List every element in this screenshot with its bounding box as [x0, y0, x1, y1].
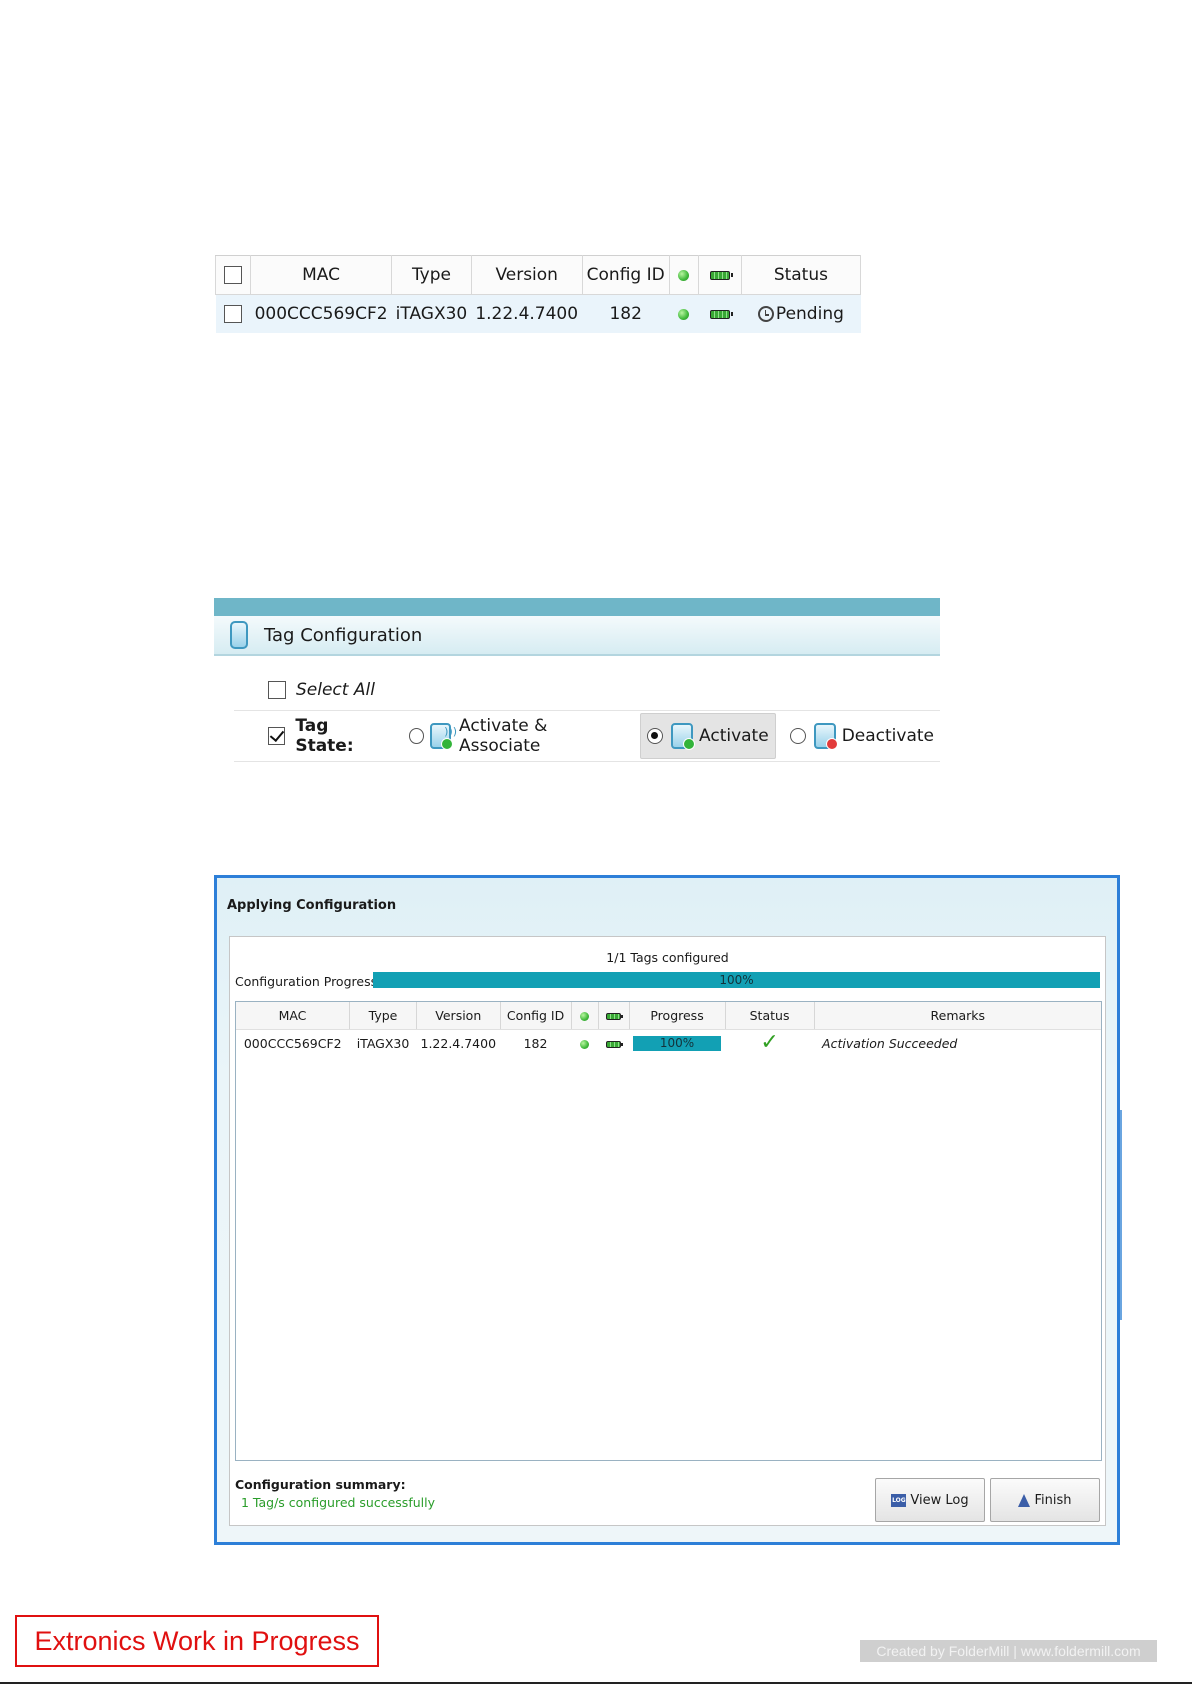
cell-status: Pending [741, 294, 861, 333]
select-all-row: Select All [234, 670, 940, 711]
progress-percent: 100% [719, 973, 754, 987]
results-header: MAC Type Version Config ID Progress Stat… [236, 1002, 1101, 1030]
cell-type: iTAGX30 [391, 294, 472, 333]
column-header-type[interactable]: Type [391, 255, 472, 295]
deactivate-icon [813, 723, 838, 750]
column-header-battery[interactable] [697, 255, 742, 295]
tag-configuration-panel: Tag Configuration Select All Tag State: … [214, 598, 940, 763]
green-dot-icon [678, 308, 690, 320]
option-deactivate[interactable]: Deactivate [784, 714, 940, 758]
finish-icon [1018, 1493, 1031, 1507]
tag-icon [230, 621, 248, 649]
table-row[interactable]: 000CCC569CF2 iTAGX30 1.22.4.7400 182 100… [236, 1030, 1101, 1057]
select-all-checkbox[interactable] [224, 266, 243, 284]
status-text: Pending [775, 304, 844, 324]
view-log-label: View Log [910, 1492, 969, 1508]
configuration-summary-label: Configuration summary: [235, 1477, 406, 1492]
tag-grid: MAC Type Version Config ID Status 000CCC… [214, 255, 862, 335]
tag-state-row: Tag State: ))) Activate & Associate Acti… [234, 711, 940, 762]
column-header-signal[interactable] [571, 1002, 599, 1030]
cell-config-id: 182 [523, 1035, 548, 1051]
column-header-config-id[interactable]: Config ID [581, 255, 670, 295]
dialog-title: Applying Configuration [227, 898, 397, 913]
green-dot-icon [580, 1039, 590, 1049]
green-dot-icon [678, 269, 690, 281]
battery-icon [606, 1040, 624, 1048]
radio-activate-associate[interactable] [408, 728, 424, 744]
page-bottom-rule [0, 1682, 1192, 1684]
cell-battery [598, 1030, 629, 1057]
row-checkbox-cell[interactable] [215, 294, 251, 333]
cell-progress: 100% [629, 1030, 725, 1057]
tag-configuration-header: Tag Configuration [214, 616, 940, 656]
column-header-mac[interactable]: MAC [236, 1002, 350, 1030]
configuration-progress-bar: 100% [373, 972, 1100, 988]
cell-mac: 000CCC569CF2 [250, 294, 392, 333]
applying-configuration-dialog: Applying Configuration 1/1 Tags configur… [214, 875, 1120, 1545]
cell-remarks: Activation Succeeded [822, 1035, 958, 1051]
cell-battery [698, 294, 742, 333]
row-progress-bar: 100% [633, 1036, 722, 1051]
battery-icon [606, 1013, 624, 1020]
tag-grid-table: MAC Type Version Config ID Status 000CCC… [214, 255, 862, 333]
cell-type: iTAGX30 [356, 1035, 410, 1051]
column-header-mac[interactable]: MAC [250, 255, 393, 295]
row-checkbox[interactable] [224, 305, 243, 323]
radio-activate[interactable] [647, 728, 664, 744]
finish-label: Finish [1034, 1492, 1072, 1508]
column-header-version[interactable]: Version [416, 1002, 501, 1030]
log-icon: LOG [891, 1493, 907, 1507]
tag-configuration-title: Tag Configuration [264, 624, 423, 646]
option-label: Activate [699, 726, 769, 746]
tag-state-label: Tag State: [295, 716, 354, 756]
battery-icon [709, 270, 733, 280]
cell-version: 1.22.4.7400 [420, 1035, 497, 1051]
clock-icon [757, 306, 774, 322]
column-header-remarks[interactable]: Remarks [814, 1002, 1101, 1030]
panel-top-bar [214, 598, 940, 616]
radio-deactivate[interactable] [789, 728, 806, 744]
green-dot-icon [580, 1012, 590, 1021]
cell-version: 1.22.4.7400 [471, 294, 583, 333]
view-log-button[interactable]: LOG View Log [875, 1478, 985, 1522]
option-activate[interactable]: Activate [640, 713, 776, 759]
column-header-signal[interactable] [668, 255, 699, 295]
column-header-type[interactable]: Type [349, 1002, 417, 1030]
select-all-checkbox-cell[interactable] [214, 255, 252, 295]
column-header-status[interactable]: Status [725, 1002, 815, 1030]
cell-config-id: 182 [582, 294, 670, 333]
configuration-summary-value: 1 Tag/s configured successfully [241, 1495, 435, 1510]
results-table: MAC Type Version Config ID Progress Stat… [236, 1002, 1101, 1056]
option-label: Activate & Associate [459, 716, 548, 756]
work-in-progress-stamp: Extronics Work in Progress [15, 1615, 379, 1667]
dialog-content-panel: 1/1 Tags configured Configuration Progre… [229, 936, 1106, 1526]
option-label: Deactivate [841, 726, 934, 746]
check-icon: ✓ [760, 1030, 779, 1055]
tag-state-checkbox[interactable] [268, 727, 286, 745]
tag-grid-header: MAC Type Version Config ID Status [214, 255, 862, 295]
battery-icon [709, 309, 733, 319]
configuration-progress-label: Configuration Progress: [235, 974, 382, 989]
foldermill-credit: Created by FolderMill | www.foldermill.c… [860, 1640, 1157, 1662]
column-header-battery[interactable] [598, 1002, 630, 1030]
column-header-version[interactable]: Version [470, 255, 583, 295]
option-activate-associate[interactable]: ))) Activate & Associate [403, 714, 633, 758]
select-all-label[interactable]: Select All [296, 680, 375, 700]
activate-icon [671, 723, 696, 750]
cell-signal [669, 294, 699, 333]
cell-signal [571, 1030, 598, 1057]
select-all-checkbox[interactable] [268, 681, 286, 699]
cell-status: ✓ [725, 1030, 814, 1057]
column-header-progress[interactable]: Progress [629, 1002, 726, 1030]
column-header-config-id[interactable]: Config ID [500, 1002, 572, 1030]
configuration-results-grid: MAC Type Version Config ID Progress Stat… [235, 1001, 1102, 1461]
table-row[interactable]: 000CCC569CF2 iTAGX30 1.22.4.7400 182 Pen… [215, 294, 861, 333]
tags-configured-count: 1/1 Tags configured [606, 950, 729, 965]
finish-button[interactable]: Finish [990, 1478, 1100, 1522]
cell-mac: 000CCC569CF2 [243, 1035, 342, 1051]
column-header-status[interactable]: Status [740, 255, 862, 295]
activate-associate-icon: ))) [429, 723, 457, 750]
